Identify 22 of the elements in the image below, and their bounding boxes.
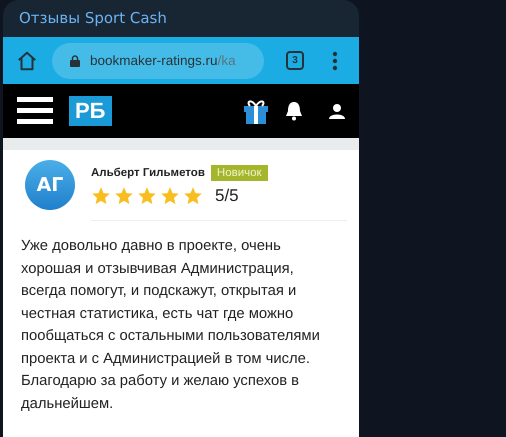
url-path: /ka (218, 53, 236, 68)
rating-score: 5/5 (215, 186, 239, 206)
rank-badge: Новичок (210, 164, 268, 180)
star-icon (137, 186, 157, 206)
url-host: bookmaker-ratings.ru (90, 53, 218, 68)
avatar: АГ (25, 160, 75, 210)
star-icon (91, 186, 111, 206)
author-name: Альберт Гильметов (91, 166, 205, 178)
user-icon[interactable] (329, 103, 345, 119)
bell-icon[interactable] (285, 101, 303, 121)
message-title: Отзывы Sport Cash (18, 8, 168, 29)
lock-icon (70, 54, 80, 66)
gift-icon[interactable] (243, 98, 269, 124)
address-bar[interactable]: bookmaker-ratings.ru/ka (52, 42, 264, 78)
review-text: Уже довольно давно в проекте, очень хорошая и отзывчивая Администрация, всегда помогут, и подскажут, открытая и честная статистика, есть чат где можно пообщаться с остальными пользователями проекта и с Администрацией в том числе. Благодарю за работу и желаю успехов в дальнейшем. (21, 237, 321, 414)
menu-icon[interactable] (17, 97, 53, 125)
star-icon (114, 186, 134, 206)
star-icon (183, 186, 203, 206)
star-icon (160, 186, 180, 206)
home-icon[interactable] (16, 50, 38, 72)
site-logo[interactable]: РБ (69, 96, 112, 126)
tab-count[interactable]: 3 (286, 51, 304, 70)
